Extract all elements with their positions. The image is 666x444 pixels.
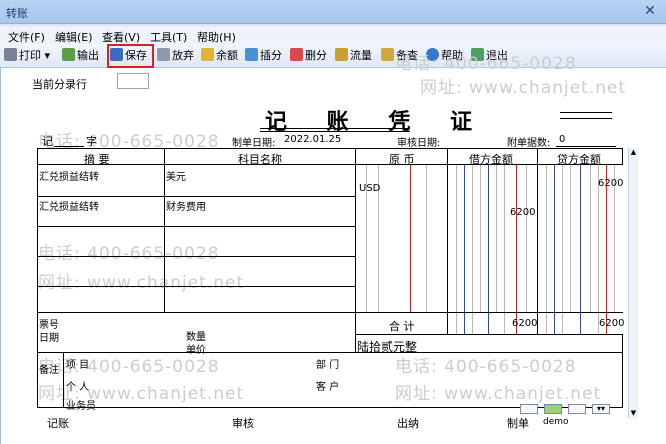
abandon-button[interactable]: 放弃: [157, 48, 194, 64]
date-value[interactable]: 2022.01.25: [284, 134, 341, 145]
remark-label: 备注: [39, 365, 59, 376]
entry-row-field[interactable]: [117, 73, 149, 89]
menu-view[interactable]: 查看(V): [102, 29, 140, 45]
header-summary: 摘 要: [84, 153, 110, 166]
print-button[interactable]: 打印 ▾: [4, 48, 50, 64]
insert-row-icon: [245, 48, 258, 61]
backup-icon: [381, 48, 394, 61]
row2-debit[interactable]: 6200: [510, 207, 535, 218]
flow-icon: [335, 48, 348, 61]
row2-account[interactable]: 财务费用: [166, 198, 206, 213]
scroll-down-icon[interactable]: ▼: [629, 409, 638, 418]
balance-button[interactable]: 余额: [201, 48, 238, 64]
watermark-phone: 电话: 400-665-0028: [395, 54, 577, 74]
maker-value: demo: [543, 417, 569, 427]
attach-label: 附单据数:: [507, 138, 551, 149]
total-credit: 6200: [599, 318, 625, 329]
menu-edit[interactable]: 编辑(E): [55, 29, 93, 45]
vertical-scrollbar[interactable]: ▲ ▼: [628, 148, 638, 418]
row1-summary[interactable]: 汇兑损益结转: [39, 168, 99, 183]
header-debit: 借方金额: [469, 153, 513, 166]
voucher-word-label: 字: [86, 135, 97, 148]
save-highlight: [107, 44, 154, 68]
flow-label: 流量: [350, 49, 372, 62]
row1-account[interactable]: 美元: [166, 168, 186, 183]
coins-icon: [201, 48, 214, 61]
menu-bar: 文件(F) 编辑(E) 查看(V) 工具(T) 帮助(H): [0, 26, 666, 44]
expand-icon[interactable]: ▾▾: [592, 404, 610, 414]
header-credit: 贷方金额: [557, 153, 601, 166]
header-currency: 原 币: [389, 153, 415, 166]
export-label: 输出: [77, 49, 99, 62]
flow-button[interactable]: 流量: [335, 48, 372, 64]
delete-button[interactable]: 删分: [290, 48, 327, 64]
total-label: 合 计: [389, 320, 415, 333]
note-icon[interactable]: [544, 404, 562, 414]
attach-value[interactable]: 0: [559, 134, 565, 145]
maker-label: 制单: [507, 417, 529, 430]
date-label: 制单日期:: [232, 138, 276, 149]
export-icon: [62, 48, 75, 61]
total-in-words: 陆拾贰元整: [357, 340, 418, 354]
abandon-label: 放弃: [172, 49, 194, 62]
delete-row-icon: [290, 48, 303, 61]
price-label: 单价: [186, 345, 206, 356]
total-debit: 6200: [512, 318, 538, 329]
title-bar: 转账 ✕: [0, 0, 666, 24]
export-button[interactable]: 输出: [62, 48, 99, 64]
salesman-label: 业务员: [66, 401, 96, 412]
scroll-up-icon[interactable]: ▲: [629, 148, 638, 157]
row1-currency[interactable]: USD: [359, 183, 380, 194]
watermark-web: 网址: www.chanjet.net: [420, 78, 627, 98]
bookkeeper-label: 记账: [47, 417, 69, 430]
insert-label: 插分: [260, 49, 282, 62]
row2-summary[interactable]: 汇兑损益结转: [39, 198, 99, 213]
audit-date-label: 审核日期:: [397, 138, 441, 149]
menu-tools[interactable]: 工具(T): [150, 29, 187, 45]
print-label: 打印: [19, 49, 41, 62]
edit-icon[interactable]: [568, 404, 586, 414]
calc-icon[interactable]: [520, 404, 538, 414]
auditor-label: 审核: [232, 417, 254, 430]
close-icon[interactable]: ✕: [642, 3, 658, 19]
abandon-icon: [157, 48, 170, 61]
delete-label: 删分: [305, 49, 327, 62]
menu-help[interactable]: 帮助(H): [197, 29, 236, 45]
insert-button[interactable]: 插分: [245, 48, 282, 64]
dept-label: 部 门: [316, 360, 340, 371]
cashier-label: 出纳: [397, 417, 419, 430]
customer-label: 客 户: [316, 382, 340, 393]
entry-row-label: 当前分录行: [32, 78, 87, 91]
ticket-date-label: 日期: [39, 333, 59, 344]
header-account: 科目名称: [238, 153, 282, 166]
debit-column: [448, 165, 537, 312]
printer-icon: [4, 48, 17, 61]
person-label: 个 人: [66, 382, 90, 393]
row1-credit[interactable]: 6200: [598, 178, 623, 189]
project-label: 项 目: [66, 360, 90, 371]
menu-file[interactable]: 文件(F): [8, 29, 45, 45]
window-title: 转账: [6, 7, 28, 20]
balance-label: 余额: [216, 49, 238, 62]
voucher-type-label: 记: [42, 135, 53, 148]
